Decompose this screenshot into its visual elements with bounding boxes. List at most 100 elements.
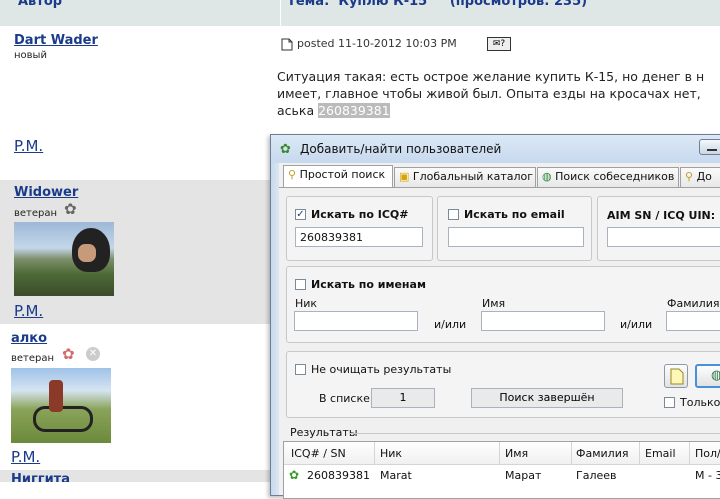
globe-icon: ◍ [542, 170, 552, 183]
col-email[interactable]: Email [645, 447, 676, 460]
window-title: Добавить/найти пользователей [300, 142, 502, 156]
name-search-group: Искать по именам Ник и/или Имя и/или Фам… [286, 266, 720, 343]
search-status: Поиск завершён [471, 388, 623, 408]
results-separator [349, 433, 720, 434]
post-line-3-text: аська [277, 103, 315, 118]
post-date: posted 11-10-2012 10:03 PM [297, 37, 457, 50]
pm-link[interactable]: P.M. [14, 302, 43, 320]
minimize-button[interactable] [699, 139, 720, 155]
no-clear-checkbox[interactable] [295, 364, 306, 375]
tab-find-chat-partners[interactable]: ◍ Поиск собеседников [537, 167, 679, 187]
results-label: Результаты [290, 426, 358, 439]
cell-icq: 260839381 [307, 469, 370, 482]
rider-shape [49, 380, 63, 412]
author-rank: ветеран [11, 353, 55, 364]
icq-number-highlight: 260839381 [318, 103, 390, 118]
profile-icon[interactable]: ✉? [487, 37, 511, 51]
col-divider [571, 442, 572, 464]
pm-link[interactable]: P.M. [14, 137, 43, 155]
col-sex[interactable]: Пол/ [695, 447, 720, 460]
search-options-group: Не очищать результаты В списке: 1 Поиск … [286, 351, 720, 418]
post-line-2: имеет, главное чтобы живой был. Опыта ез… [277, 86, 701, 101]
user-search-icon: ⚲ [685, 170, 694, 183]
icq-checkbox[interactable]: ✓ [295, 209, 306, 220]
search-globe-icon: ◍ [711, 368, 720, 383]
icq-flower-icon: ✿ [280, 142, 291, 157]
col-nick[interactable]: Ник [380, 447, 402, 460]
avatar [14, 222, 114, 296]
motorcycle-shape [33, 406, 93, 432]
aim-search-group: AIM SN / ICQ UIN: [597, 196, 720, 261]
topic-header: Тема: Куплю К-15 (просмотров: 235) [281, 0, 720, 26]
tab-global-catalog[interactable]: ▣ Глобальный каталог [394, 167, 536, 187]
flower-rank-icon: ✿ [64, 200, 77, 218]
email-search-label: Искать по email [464, 208, 565, 221]
in-list-count: 1 [371, 388, 435, 408]
online-flower-icon: ✿ [289, 468, 300, 482]
author-cell-2: Widower ветеран ✿ P.M. [0, 180, 275, 324]
icq-search-label: Искать по ICQ# [311, 208, 409, 221]
author-cell-3: алко ветеран ✿ ✕ P.M. [0, 326, 275, 469]
author-link[interactable]: алко [11, 331, 47, 346]
results-table: ICQ# / SN Ник Имя Фамилия Email Пол/ ✿ 2… [283, 441, 720, 499]
table-row[interactable]: ✿ 260839381 Marat Марат Галеев М - 3 [284, 465, 720, 485]
new-document-icon [670, 368, 684, 385]
nick-input[interactable] [294, 311, 418, 331]
col-surname[interactable]: Фамилия [576, 447, 628, 460]
and-or-label: и/или [434, 318, 467, 331]
author-rank: ветеран [14, 208, 58, 219]
banned-icon: ✕ [86, 347, 100, 361]
author-header-label: Автор [18, 0, 63, 9]
icq-number-input[interactable]: 260839381 [295, 227, 423, 247]
only-checkbox[interactable] [664, 397, 675, 408]
document-icon [281, 36, 295, 51]
author-link[interactable]: Dart Wader [14, 33, 98, 48]
tab-label: Поиск собеседников [555, 170, 675, 183]
col-icq[interactable]: ICQ# / SN [291, 447, 346, 460]
red-flower-icon: ✿ [62, 345, 75, 363]
results-header-row: ICQ# / SN Ник Имя Фамилия Email Пол/ [284, 442, 720, 465]
no-clear-label: Не очищать результаты [311, 363, 452, 376]
window-frame-left [271, 163, 279, 495]
window-titlebar[interactable]: ✿ Добавить/найти пользователей [271, 135, 720, 163]
pm-link[interactable]: P.M. [11, 448, 40, 466]
face-shape [78, 244, 96, 262]
surname-label: Фамилия [667, 297, 720, 310]
col-name[interactable]: Имя [505, 447, 528, 460]
topic-title: Тема: Куплю К-15 (просмотров: 235) [287, 0, 588, 9]
tab-label: До [696, 170, 712, 183]
cell-surname: Галеев [576, 469, 617, 482]
col-divider [639, 442, 640, 464]
tab-simple-search[interactable]: ⚲ Простой поиск [283, 165, 393, 187]
tab-label: Глобальный каталог [412, 170, 534, 183]
add-find-users-window: ✿ Добавить/найти пользователей ⚲ Простой… [270, 134, 720, 499]
aim-label: AIM SN / ICQ UIN: [607, 209, 716, 222]
author-rank: новый [14, 50, 47, 61]
name-input[interactable] [481, 311, 605, 331]
cell-sex: М - 3 [695, 469, 720, 482]
surname-input[interactable] [666, 311, 720, 331]
cell-nick: Marat [380, 469, 412, 482]
in-list-label: В списке: [319, 392, 374, 405]
author-column-header: Автор [0, 0, 280, 27]
post-line-1: Ситуация такая: есть острое желание купи… [277, 69, 705, 84]
name-label: Имя [482, 297, 506, 310]
author-link[interactable]: Widower [14, 185, 78, 200]
tab-label: Простой поиск [299, 168, 386, 181]
names-search-label: Искать по именам [311, 278, 426, 291]
tab-more[interactable]: ⚲ До [680, 167, 720, 187]
author-link[interactable]: Ниггита [11, 472, 70, 482]
new-search-button[interactable] [664, 364, 688, 388]
minimize-icon [707, 149, 717, 151]
search-button[interactable]: ◍ [695, 364, 720, 388]
col-divider [689, 442, 690, 464]
email-search-group: Искать по email [437, 196, 592, 261]
nick-label: Ник [295, 297, 318, 310]
names-checkbox[interactable] [295, 279, 306, 290]
aim-input[interactable] [607, 227, 720, 247]
post-body: Ситуация такая: есть острое желание купи… [277, 68, 704, 119]
email-input[interactable] [448, 227, 584, 247]
col-divider [499, 442, 500, 464]
only-label: Только [680, 396, 720, 409]
email-checkbox[interactable] [448, 209, 459, 220]
